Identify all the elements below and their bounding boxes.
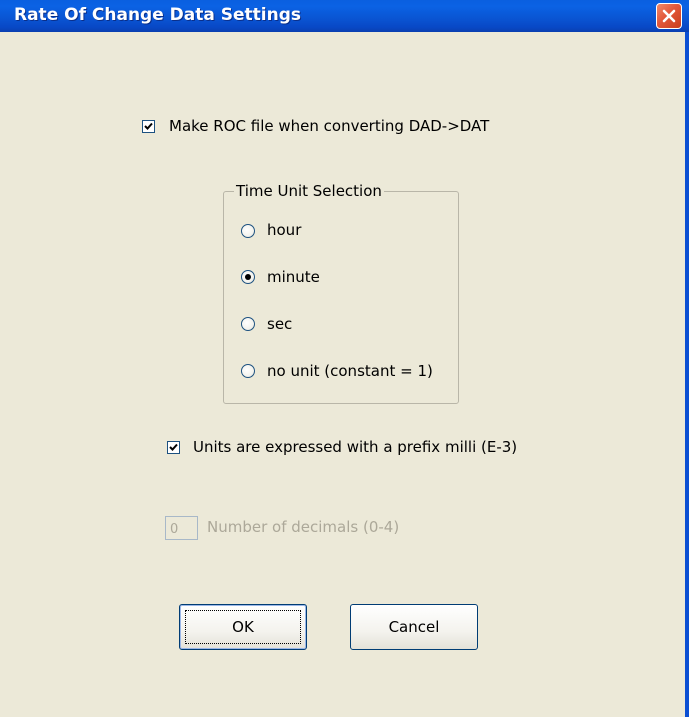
- title-bar[interactable]: Rate Of Change Data Settings: [0, 0, 689, 32]
- ok-button[interactable]: OK: [179, 604, 307, 650]
- close-icon: [662, 9, 676, 23]
- decimals-input[interactable]: 0: [165, 516, 198, 540]
- checkmark-icon: [169, 443, 178, 451]
- radio-hour-label: hour: [267, 221, 302, 239]
- make-roc-label: Make ROC file when converting DAD->DAT: [169, 117, 490, 135]
- radio-sec[interactable]: [241, 317, 255, 331]
- radio-minute[interactable]: [241, 270, 255, 284]
- milli-prefix-checkbox[interactable]: [167, 441, 180, 454]
- time-unit-legend: Time Unit Selection: [234, 182, 384, 200]
- radio-sec-label: sec: [267, 315, 293, 333]
- radio-no-unit[interactable]: [241, 364, 255, 378]
- ok-button-label: OK: [185, 610, 301, 644]
- radio-minute-label: minute: [267, 268, 320, 286]
- make-roc-checkbox[interactable]: [142, 120, 155, 133]
- window-right-border: [685, 32, 689, 717]
- checkmark-icon: [144, 122, 153, 130]
- radio-hour[interactable]: [241, 224, 255, 238]
- milli-prefix-label: Units are expressed with a prefix milli …: [193, 438, 518, 456]
- window-title: Rate Of Change Data Settings: [14, 5, 302, 25]
- radio-selected-dot: [245, 274, 251, 280]
- radio-no-unit-label: no unit (constant = 1): [267, 362, 433, 380]
- cancel-button[interactable]: Cancel: [350, 604, 478, 650]
- decimals-label: Number of decimals (0-4): [207, 518, 400, 536]
- close-button[interactable]: [656, 3, 682, 29]
